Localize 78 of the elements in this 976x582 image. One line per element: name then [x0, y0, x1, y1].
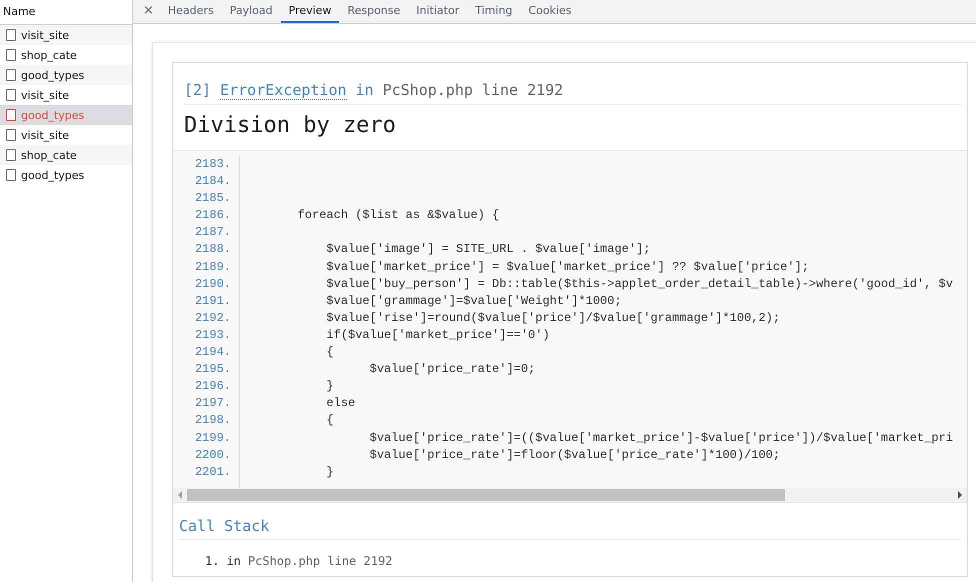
in-label: in [226, 554, 241, 568]
request-row[interactable]: visit_site [0, 85, 132, 105]
tab[interactable]: Cookies [520, 0, 580, 23]
line-number: 2184. [194, 173, 231, 190]
line-number: 2198. [194, 412, 231, 430]
code-line: $value['buy_person'] = Db::table($this->applet_order_detail_table)->where('good_id', $v [325, 276, 953, 291]
line-number: 2193. [194, 326, 231, 344]
error-location: PcShop.php line 2192 [382, 81, 564, 100]
line-number: 2187. [194, 224, 231, 242]
stack-number: 1. [205, 554, 220, 568]
code-line: if($value['market_price']=='0') [325, 328, 550, 342]
document-icon [6, 169, 16, 181]
request-row[interactable]: visit_site [0, 25, 132, 45]
line-number: 2197. [194, 395, 231, 412]
code-line: $value['market_price'] = $value['market_price'] ?? $value['price']; [325, 260, 809, 274]
call-stack-title: Call Stack [179, 517, 961, 540]
line-number: 2183. [194, 156, 231, 173]
tab[interactable]: Response [339, 0, 408, 23]
error-message: Division by zero [184, 113, 397, 138]
request-row[interactable]: good_types [0, 165, 132, 185]
line-number: 2192. [194, 310, 231, 327]
request-name: shop_cate [21, 48, 77, 62]
line-number: 2190. [194, 276, 231, 293]
document-icon [6, 69, 16, 81]
code-line: } [325, 464, 334, 479]
document-icon [6, 129, 16, 141]
code-line: { [325, 413, 334, 428]
tab[interactable]: Timing [467, 0, 520, 23]
line-number: 2200. [194, 446, 231, 464]
request-name: visit_site [21, 28, 70, 42]
line-number: 2191. [194, 292, 231, 310]
tab[interactable]: Headers [160, 0, 222, 23]
code-line: else [325, 396, 356, 410]
code-line: $value['price_rate']=floor($value['price_rate']*100)/100; [368, 448, 780, 462]
request-name: visit_site [21, 88, 70, 102]
request-row[interactable]: visit_site [0, 125, 132, 145]
line-number: 2185. [194, 190, 231, 208]
tab[interactable]: Payload [222, 0, 281, 23]
line-number: 2199. [194, 430, 231, 446]
in-label: in [356, 81, 374, 100]
document-icon [6, 29, 16, 41]
scroll-right-icon[interactable] [957, 491, 963, 499]
request-name: good_types [21, 108, 84, 122]
close-button[interactable]: × [137, 0, 160, 23]
document-icon [6, 89, 16, 101]
request-row[interactable]: good_types [0, 65, 132, 85]
scroll-left-icon[interactable] [177, 491, 183, 499]
request-row[interactable]: shop_cate [0, 145, 132, 165]
request-name: shop_cate [21, 148, 77, 162]
request-name: good_types [21, 168, 84, 182]
exception-link[interactable]: ErrorException [220, 81, 347, 100]
scrollbar-thumb[interactable] [187, 489, 785, 501]
code-line: $value['grammage']=$value['Weight']*1000; [325, 294, 622, 308]
error-index: [2] [184, 81, 212, 100]
line-number: 2186. [194, 207, 231, 224]
line-number: 2196. [194, 378, 231, 396]
stack-location: PcShop.php line 2192 [248, 554, 392, 568]
code-line: $value['image'] = SITE_URL . $value['image']; [325, 242, 650, 256]
code-line: } [325, 379, 334, 394]
request-name: good_types [21, 68, 84, 82]
code-line: $value['rise']=round($value['price']/$value['grammage']*100,2); [325, 310, 780, 325]
code-line: { [325, 345, 334, 360]
line-number: 2188. [194, 241, 231, 258]
document-icon [6, 49, 16, 61]
code-line: $value['price_rate']=(($value['market_price']-$value['price'])/$value['market_pri [368, 430, 953, 444]
code-line: $value['price_rate']=0; [368, 362, 536, 376]
request-name: visit_site [21, 128, 70, 142]
tab[interactable]: Initiator [408, 0, 468, 23]
line-number: 2201. [194, 464, 231, 481]
code-line: foreach ($list as &$value) { [296, 208, 500, 222]
tab[interactable]: Preview [280, 0, 340, 23]
line-number: 2189. [194, 258, 231, 276]
horizontal-scrollbar[interactable] [173, 488, 967, 503]
request-row[interactable]: shop_cate [0, 45, 132, 65]
document-icon [6, 109, 16, 121]
line-number: 2195. [194, 361, 231, 378]
line-number: 2194. [194, 344, 231, 362]
document-icon [6, 149, 16, 161]
